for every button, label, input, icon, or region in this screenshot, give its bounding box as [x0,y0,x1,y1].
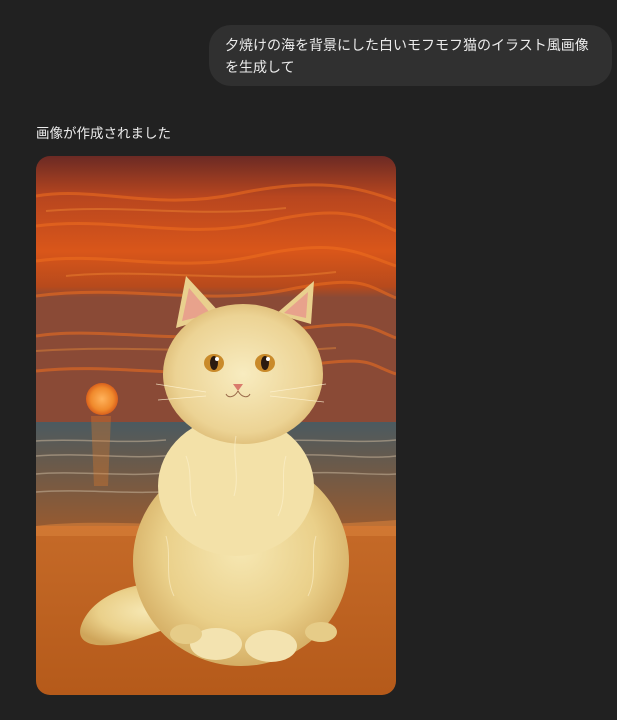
assistant-status-text: 画像が作成されました [36,126,171,142]
user-message-text: 夕焼けの海を背景にした白いモフモフ猫のイラスト風画像を生成して [225,38,589,76]
generated-cat-illustration [36,156,396,695]
generated-image[interactable] [36,156,396,695]
chat-view: 夕焼けの海を背景にした白いモフモフ猫のイラスト風画像を生成して 画像が作成されま… [0,0,617,720]
user-message-bubble: 夕焼けの海を背景にした白いモフモフ猫のイラスト風画像を生成して [209,25,612,86]
